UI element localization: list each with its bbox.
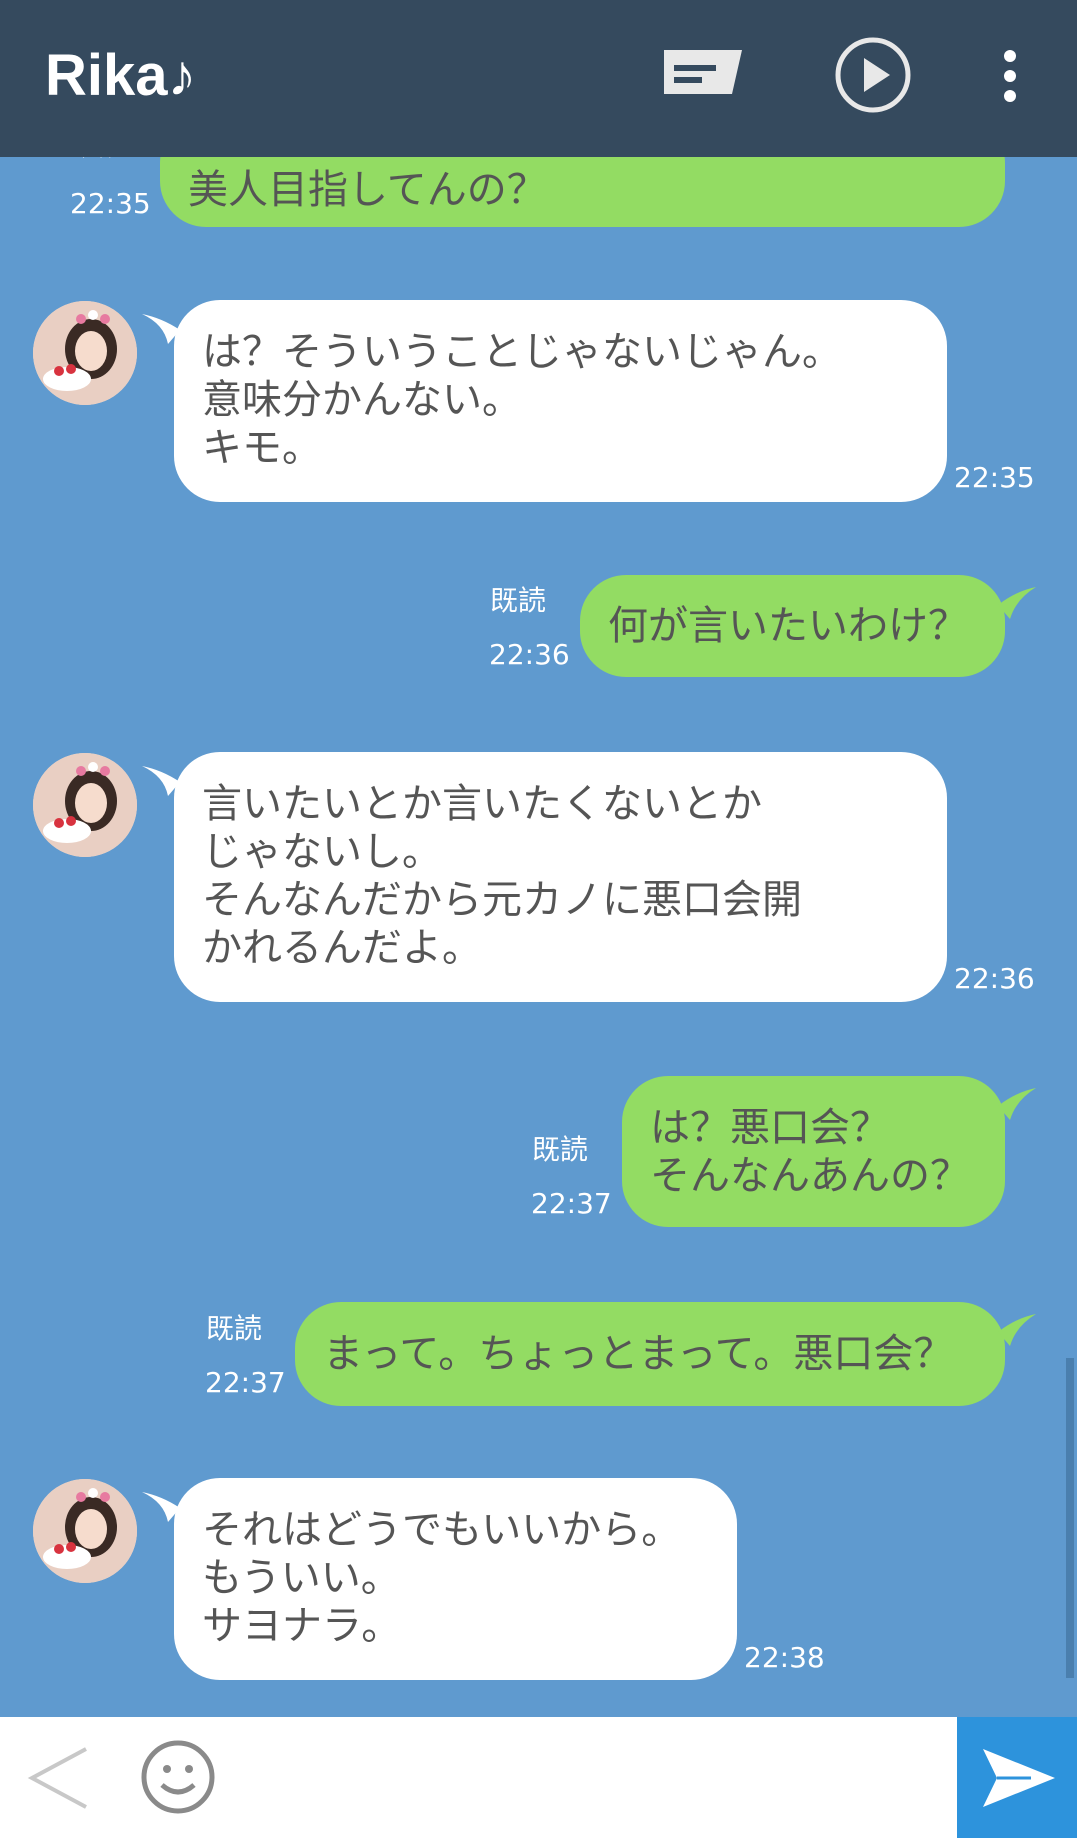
note-icon[interactable] — [662, 48, 744, 98]
message-time: 22:37 — [205, 1366, 286, 1399]
message-time: 22:35 — [70, 187, 151, 220]
more-vert-icon[interactable] — [998, 48, 1022, 104]
scrollbar[interactable] — [1066, 1358, 1074, 1678]
message-input-bar — [0, 1717, 1077, 1838]
bubble-tail — [998, 587, 1036, 619]
play-icon[interactable] — [834, 36, 912, 114]
emoji-icon[interactable] — [140, 1739, 216, 1815]
sent-message-bubble: は？悪口会？ そんなんあんの？ — [622, 1076, 1005, 1227]
message-time: 22:35 — [954, 461, 1035, 494]
avatar[interactable] — [33, 1479, 137, 1583]
avatar[interactable] — [33, 753, 137, 857]
sent-message-bubble: まって。ちょっとまって。悪口会？ — [295, 1302, 1005, 1406]
received-message-bubble: は？そういうことじゃないじゃん。 意味分かんない。 キモ。 — [174, 300, 947, 502]
read-receipt: 既読 — [206, 1312, 263, 1345]
message-time: 22:36 — [489, 638, 570, 671]
read-receipt: 既読 — [532, 1133, 589, 1166]
avatar[interactable] — [33, 301, 137, 405]
bubble-tail — [998, 1088, 1036, 1120]
chat-scroll-area[interactable]: 既読 22:35 美人目指してんの？ は？そういうことじゃないじゃん。 意味分か… — [0, 157, 1077, 1717]
received-message-bubble: 言いたいとか言いたくないとか じゃないし。 そんなんだから元カノに悪口会開 かれ… — [174, 752, 947, 1002]
send-button[interactable] — [957, 1717, 1077, 1838]
sent-message-bubble: 美人目指してんの？ — [160, 157, 1005, 227]
message-time: 22:36 — [954, 962, 1035, 995]
chat-header: Rika♪ — [0, 0, 1077, 157]
back-icon[interactable] — [26, 1745, 90, 1811]
message-time: 22:38 — [744, 1641, 825, 1674]
read-receipt: 既読 — [490, 584, 547, 617]
message-time: 22:37 — [531, 1187, 612, 1220]
read-receipt: 既読 — [70, 157, 126, 163]
bubble-tail — [998, 1314, 1036, 1346]
chat-title: Rika♪ — [45, 43, 197, 108]
send-icon — [983, 1749, 1055, 1807]
sent-message-bubble: 何が言いたいわけ？ — [580, 575, 1005, 677]
received-message-bubble: それはどうでもいいから。 もういい。 サヨナラ。 — [174, 1478, 737, 1680]
